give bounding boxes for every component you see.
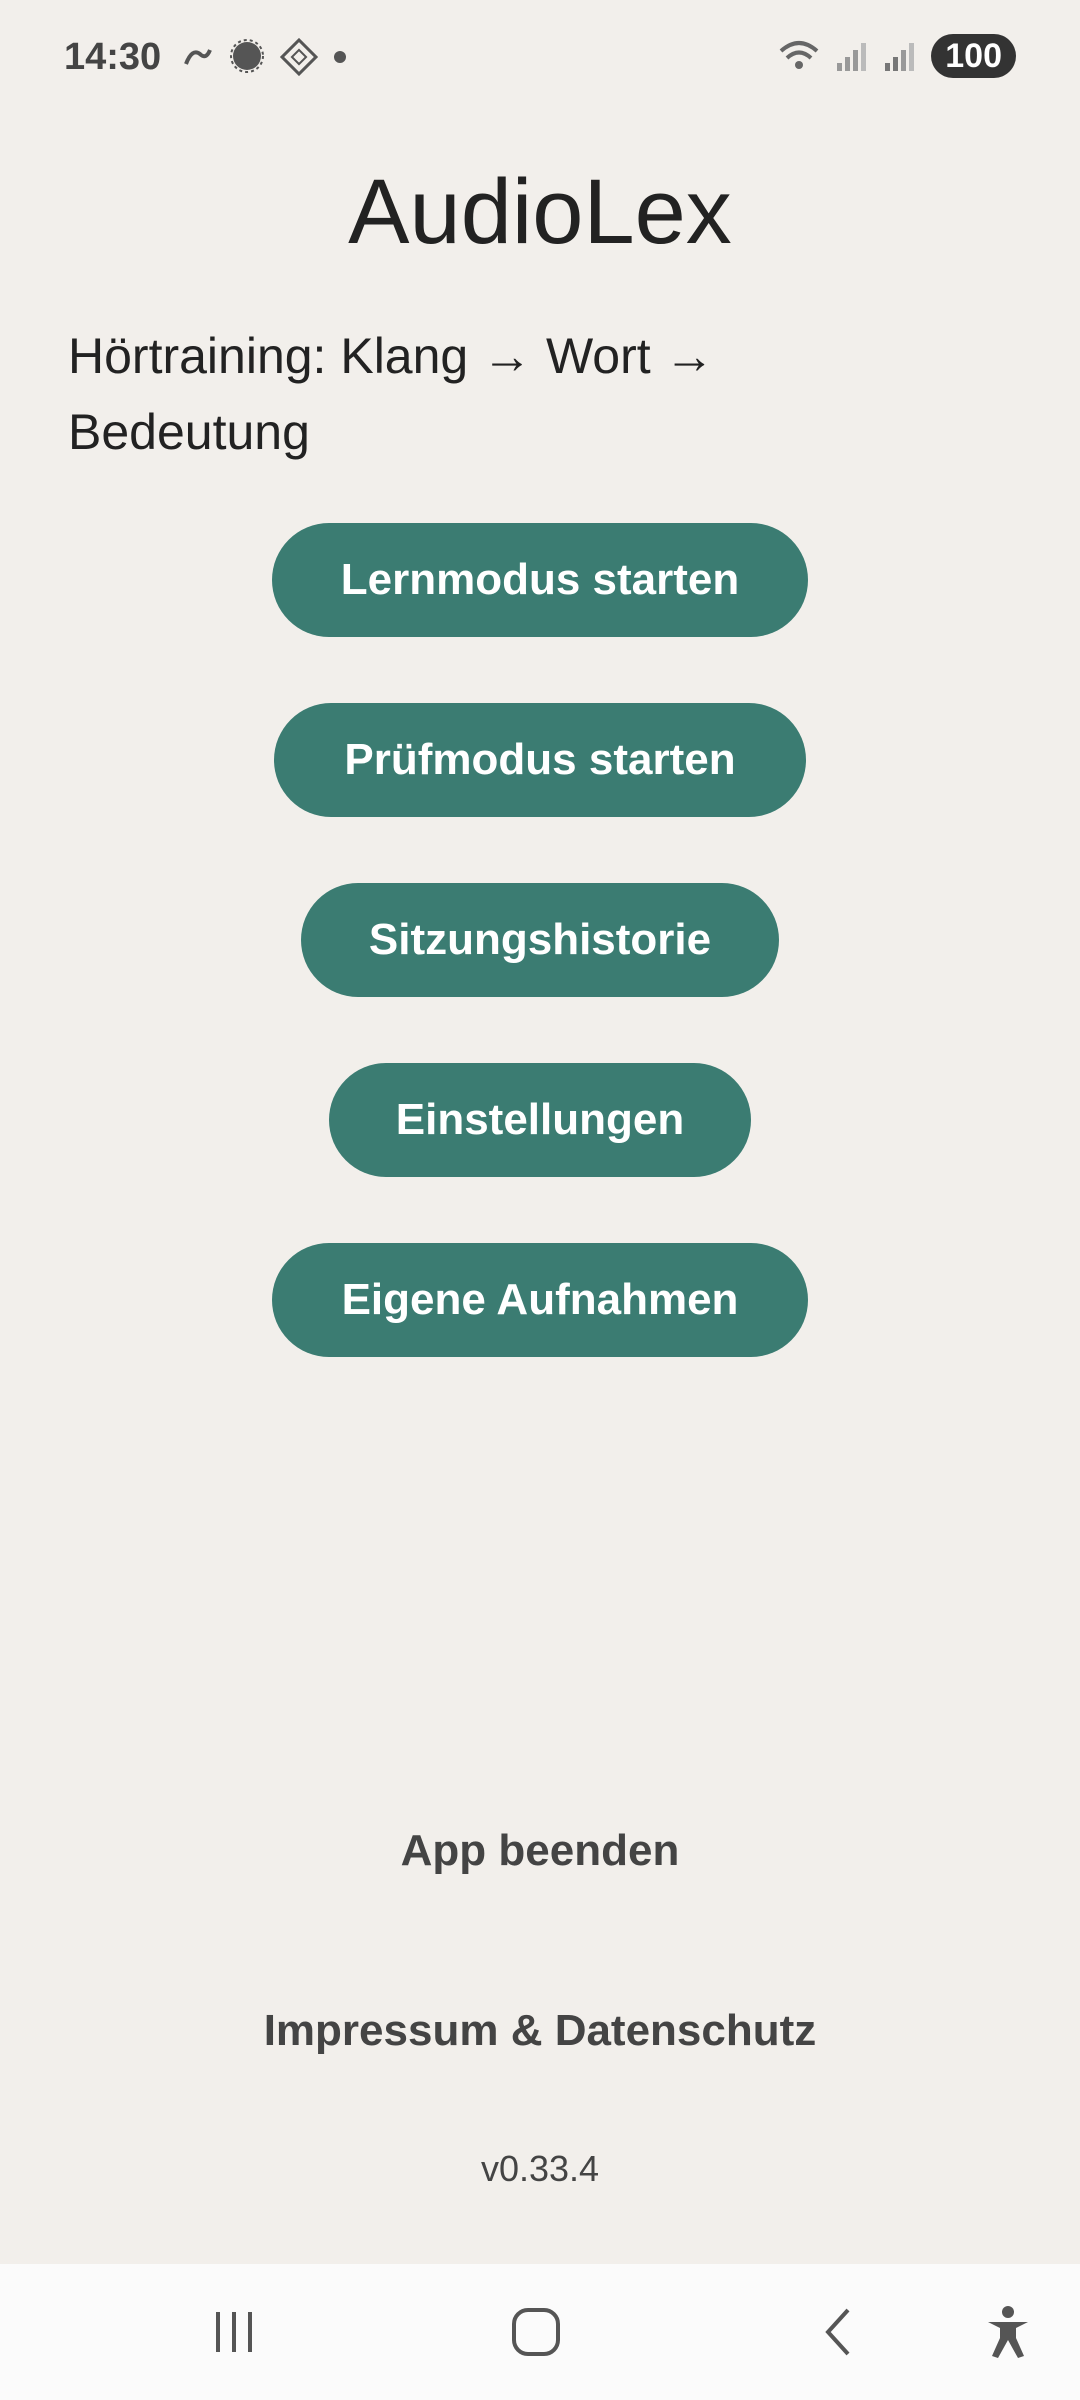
app-subtitle: Hörtraining: Klang → Wort → Bedeutung — [68, 328, 715, 460]
exit-app-button[interactable]: App beenden — [0, 1825, 1080, 1877]
learn-mode-button[interactable]: Lernmodus starten — [272, 523, 808, 637]
signal-icon — [837, 43, 867, 71]
status-bar: 14:30 100 — [0, 0, 1080, 120]
notification-icon — [184, 49, 212, 65]
dot-icon — [334, 51, 346, 63]
own-recordings-button[interactable]: Eigene Aufnahmen — [272, 1243, 808, 1357]
session-history-button[interactable]: Sitzungshistorie — [301, 883, 779, 997]
status-icons-right: 100 — [777, 34, 1016, 78]
imprint-privacy-link[interactable]: Impressum & Datenschutz — [0, 2005, 1080, 2057]
recent-apps-icon[interactable] — [206, 2304, 262, 2360]
exam-mode-button[interactable]: Prüfmodus starten — [274, 703, 806, 817]
status-time: 14:30 — [64, 36, 162, 78]
back-icon[interactable] — [812, 2304, 868, 2360]
app-icon — [280, 38, 318, 76]
settings-button[interactable]: Einstellungen — [329, 1063, 751, 1177]
navigation-bar — [0, 2264, 1080, 2400]
accessibility-icon[interactable] — [980, 2304, 1036, 2360]
version-label: v0.33.4 — [480, 2148, 600, 2189]
wifi-icon — [779, 41, 819, 69]
chat-bubble-icon — [230, 39, 264, 73]
status-icons-left — [180, 38, 348, 76]
battery-indicator: 100 — [931, 34, 1016, 78]
home-icon[interactable] — [508, 2304, 564, 2360]
app-title: AudioLex — [348, 161, 732, 263]
signal-roaming-icon — [885, 43, 915, 71]
